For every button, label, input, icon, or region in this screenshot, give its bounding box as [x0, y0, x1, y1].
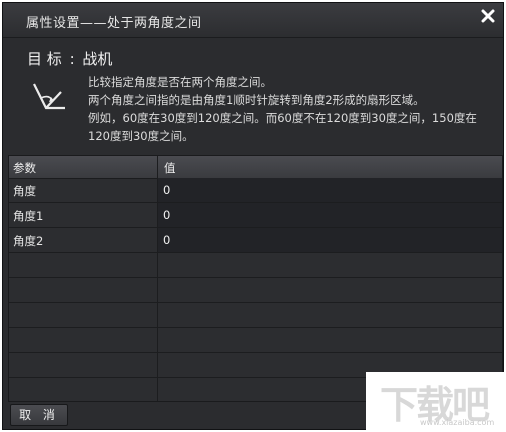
table-row[interactable]: 角度2 0	[9, 228, 502, 253]
param-value: 0	[163, 183, 171, 197]
table-row[interactable]: 角度 0	[9, 178, 502, 203]
column-header-param[interactable]: 参数	[13, 160, 36, 176]
column-divider	[157, 156, 158, 401]
description-line: 两个角度之间指的是由角度1顺时针旋转到角度2形成的扇形区域。	[88, 93, 425, 107]
table-row[interactable]: 角度1 0	[9, 203, 502, 228]
target-line: 目 标 : 战机	[27, 48, 112, 69]
empty-row	[9, 278, 502, 303]
target-separator: :	[69, 50, 75, 68]
column-header-value[interactable]: 值	[164, 160, 176, 176]
close-icon[interactable]	[481, 9, 495, 23]
properties-dialog: 属性设置——处于两角度之间 目 标 : 战机 比较指定角度是否在两个角度之间。 …	[2, 2, 504, 430]
param-name: 角度1	[13, 209, 44, 223]
empty-row	[9, 253, 502, 278]
empty-row	[9, 328, 502, 353]
title-bar[interactable]: 属性设置——处于两角度之间	[3, 3, 503, 38]
watermark-url: www.xiazaiba.com	[420, 418, 495, 427]
description-text: 比较指定角度是否在两个角度之间。 两个角度之间指的是由角度1顺时针旋转到角度2形…	[88, 73, 488, 145]
description-line: 例如，60度在30度到120度之间。而60度不在120度到30度之间，150度在	[88, 111, 477, 125]
description-line: 120度到30度之间。	[88, 129, 194, 143]
param-name: 角度2	[13, 234, 44, 248]
empty-row	[9, 303, 502, 328]
param-value: 0	[163, 233, 171, 247]
angle-icon	[31, 80, 69, 112]
param-value: 0	[163, 208, 171, 222]
param-value-field[interactable]: 0	[158, 203, 502, 227]
cancel-button[interactable]: 取 消	[10, 404, 68, 426]
grid-header: 参数 值	[9, 156, 502, 179]
param-name: 角度	[13, 184, 36, 198]
param-value-field[interactable]: 0	[158, 228, 502, 252]
description-line: 比较指定角度是否在两个角度之间。	[88, 75, 272, 89]
target-label: 目 标	[27, 50, 62, 68]
parameter-grid: 参数 值 角度 0 角度1 0 角度2 0	[8, 155, 503, 402]
dialog-title: 属性设置——处于两角度之间	[26, 16, 202, 31]
target-value: 战机	[82, 50, 113, 68]
param-value-field[interactable]: 0	[158, 178, 502, 202]
